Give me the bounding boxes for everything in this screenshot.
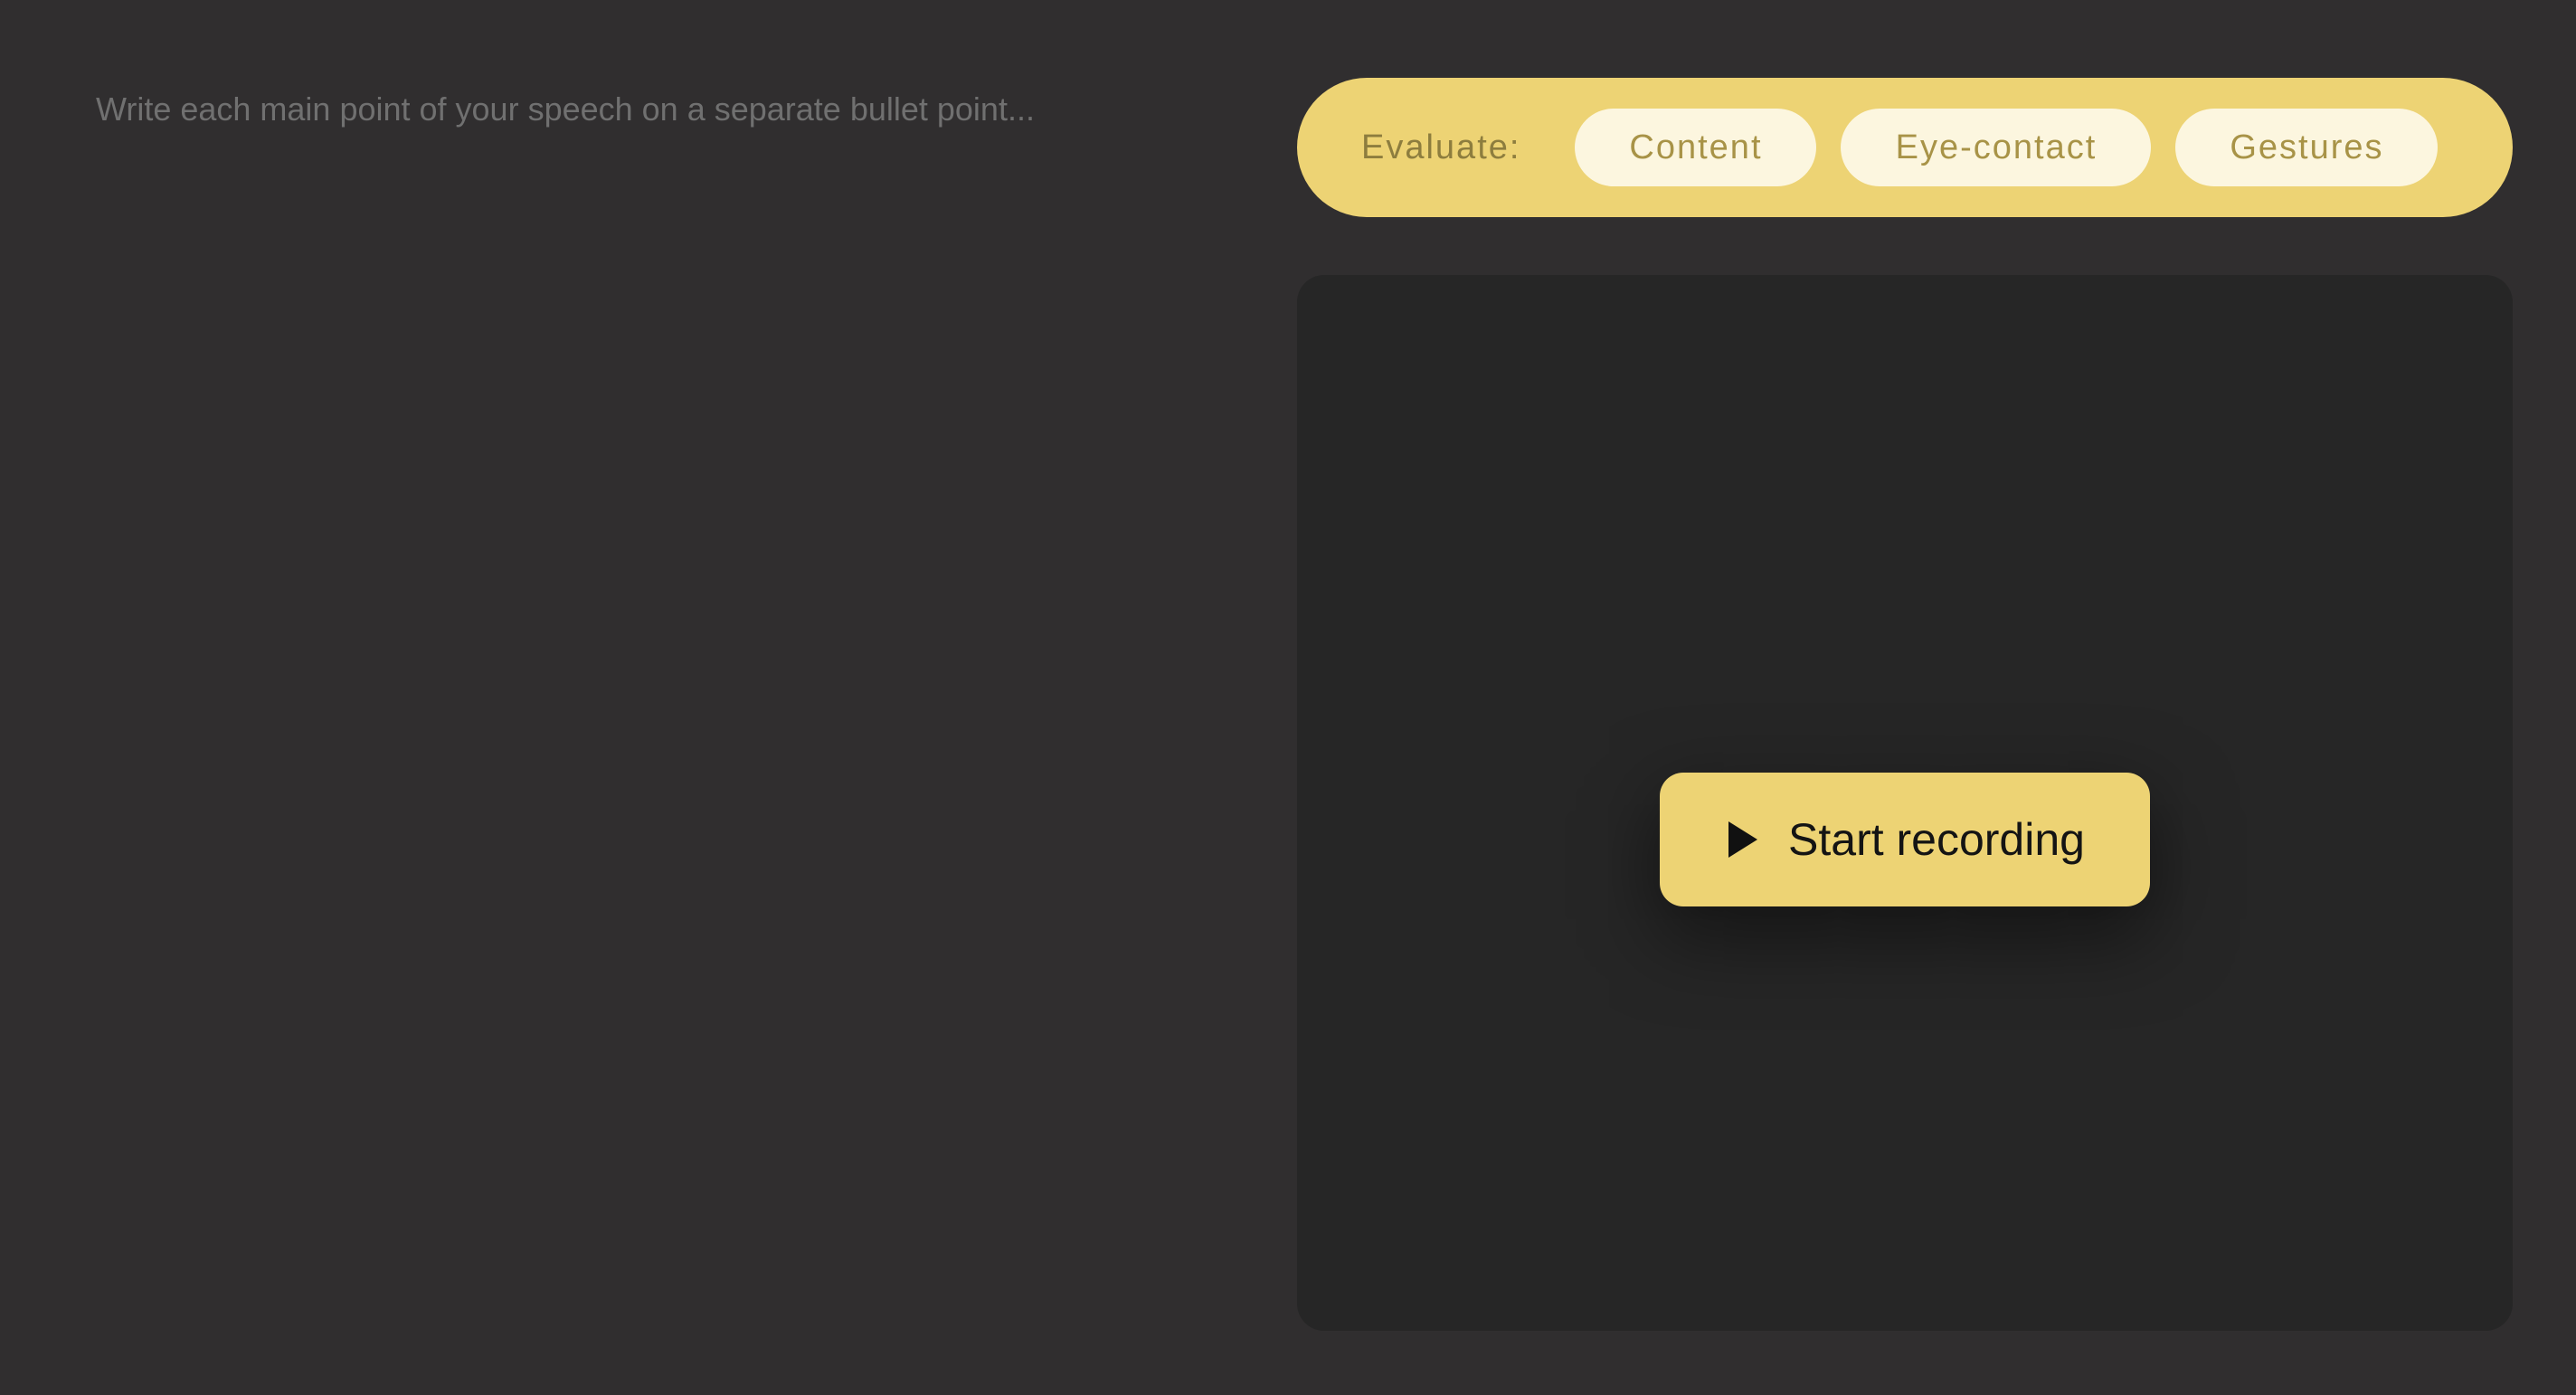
- start-recording-label: Start recording: [1788, 814, 2085, 865]
- evaluate-eye-contact-chip[interactable]: Eye-contact: [1841, 109, 2152, 186]
- play-icon: [1725, 820, 1761, 859]
- evaluate-gestures-chip[interactable]: Gestures: [2175, 109, 2439, 186]
- speech-practice-page: Evaluate: Content Eye-contact Gestures S…: [0, 0, 2576, 1395]
- evaluate-label: Evaluate:: [1361, 128, 1521, 166]
- speech-notes-input[interactable]: [96, 81, 1254, 1312]
- video-preview-panel: Start recording: [1297, 275, 2513, 1331]
- evaluate-content-chip[interactable]: Content: [1575, 109, 1817, 186]
- evaluate-bar: Evaluate: Content Eye-contact Gestures: [1297, 78, 2513, 217]
- start-recording-button[interactable]: Start recording: [1660, 773, 2150, 906]
